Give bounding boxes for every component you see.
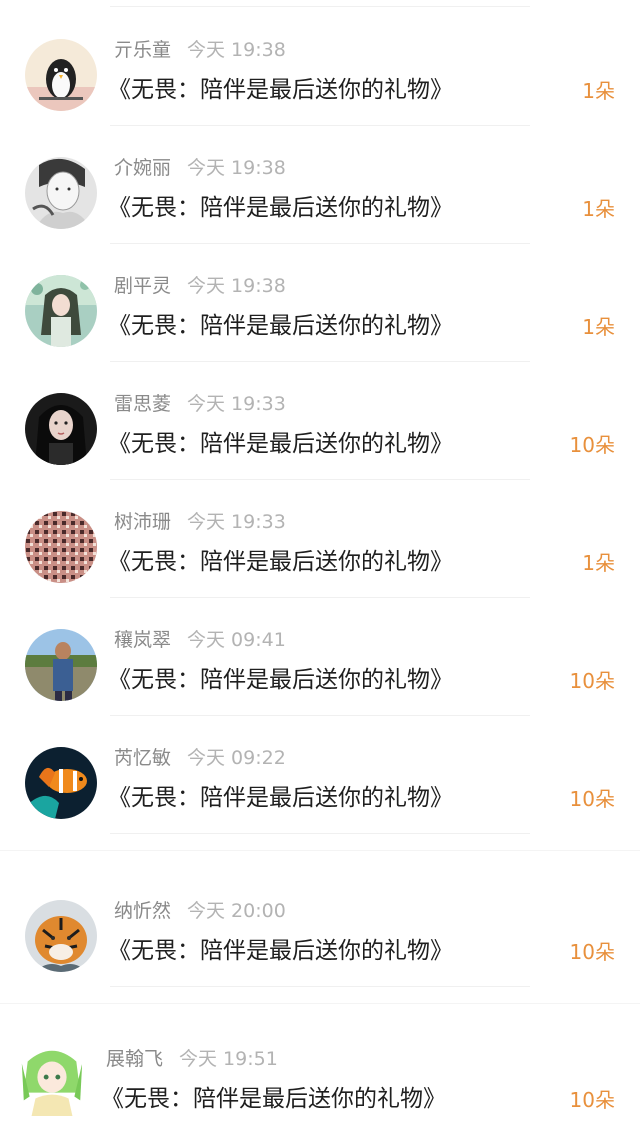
timestamp: 今天 19:33: [187, 511, 286, 533]
gift-record-row[interactable]: 亓乐童 今天 19:38 《无畏：陪伴是最后送你的礼物》 1朵: [0, 8, 640, 126]
anime-girl-avatar[interactable]: [16, 1044, 82, 1118]
sender-name[interactable]: 剧平灵: [114, 275, 171, 297]
timestamp: 今天 20:00: [187, 900, 286, 922]
sender-name[interactable]: 纳忻然: [114, 900, 171, 922]
gift-record-row[interactable]: 雷思菱 今天 19:33 《无畏：陪伴是最后送你的礼物》 10朵: [0, 362, 640, 480]
meta-line: 纳忻然 今天 20:00: [114, 896, 286, 926]
sender-name[interactable]: 雷思菱: [114, 393, 171, 415]
sender-name[interactable]: 穰岚翠: [114, 629, 171, 651]
row-divider: [110, 986, 530, 987]
timestamp: 今天 19:38: [187, 39, 286, 61]
meta-line: 介婉丽 今天 19:38: [114, 153, 286, 183]
gift-record-row[interactable]: 展翰飞 今天 19:51 《无畏：陪伴是最后送你的礼物》 10朵: [0, 1022, 640, 1140]
flower-count: 10朵: [569, 787, 615, 811]
girl-green-avatar[interactable]: [25, 275, 97, 347]
gift-record-row[interactable]: 穰岚翠 今天 09:41 《无畏：陪伴是最后送你的礼物》 10朵: [0, 598, 640, 716]
gift-title[interactable]: 《无畏：陪伴是最后送你的礼物》: [108, 73, 453, 107]
timestamp: 今天 19:38: [187, 275, 286, 297]
meta-line: 展翰飞 今天 19:51: [106, 1044, 278, 1074]
gift-title[interactable]: 《无畏：陪伴是最后送你的礼物》: [101, 1082, 446, 1116]
timestamp: 今天 09:41: [187, 629, 286, 651]
meta-line: 穰岚翠 今天 09:41: [114, 625, 286, 655]
gift-title[interactable]: 《无畏：陪伴是最后送你的礼物》: [108, 663, 453, 697]
sender-name[interactable]: 介婉丽: [114, 157, 171, 179]
section-divider: [0, 1003, 640, 1004]
flower-count: 1朵: [582, 197, 615, 221]
man-outdoor-avatar[interactable]: [25, 629, 97, 701]
flower-count: 10朵: [569, 669, 615, 693]
meta-line: 雷思菱 今天 19:33: [114, 389, 286, 419]
gift-title[interactable]: 《无畏：陪伴是最后送你的礼物》: [108, 934, 453, 968]
gift-record-row[interactable]: 介婉丽 今天 19:38 《无畏：陪伴是最后送你的礼物》 1朵: [0, 126, 640, 244]
timestamp: 今天 19:38: [187, 157, 286, 179]
penguin-avatar[interactable]: [25, 39, 97, 111]
flower-count: 10朵: [569, 1088, 615, 1112]
meta-line: 芮忆敏 今天 09:22: [114, 743, 286, 773]
gift-record-row[interactable]: 剧平灵 今天 19:38 《无畏：陪伴是最后送你的礼物》 1朵: [0, 244, 640, 362]
timestamp: 今天 09:22: [187, 747, 286, 769]
flower-count: 10朵: [569, 433, 615, 457]
flower-count: 1朵: [582, 79, 615, 103]
sender-name[interactable]: 芮忆敏: [114, 747, 171, 769]
gift-record-row[interactable]: 芮忆敏 今天 09:22 《无畏：陪伴是最后送你的礼物》 10朵: [0, 716, 640, 834]
tiger-avatar[interactable]: [25, 900, 97, 972]
gift-record-row[interactable]: 纳忻然 今天 20:00 《无畏：陪伴是最后送你的礼物》 10朵: [0, 869, 640, 987]
sender-name[interactable]: 展翰飞: [106, 1048, 163, 1070]
meta-line: 亓乐童 今天 19:38: [114, 35, 286, 65]
flower-count: 10朵: [569, 940, 615, 964]
row-divider: [110, 833, 530, 834]
gift-record-row[interactable]: 树沛珊 今天 19:33 《无畏：陪伴是最后送你的礼物》 1朵: [0, 480, 640, 598]
meta-line: 剧平灵 今天 19:38: [114, 271, 286, 301]
gift-title[interactable]: 《无畏：陪伴是最后送你的礼物》: [108, 781, 453, 815]
gift-title[interactable]: 《无畏：陪伴是最后送你的礼物》: [108, 427, 453, 461]
pattern-avatar[interactable]: [25, 511, 97, 583]
gift-title[interactable]: 《无畏：陪伴是最后送你的礼物》: [108, 191, 453, 225]
sender-name[interactable]: 亓乐童: [114, 39, 171, 61]
gift-title[interactable]: 《无畏：陪伴是最后送你的礼物》: [108, 545, 453, 579]
clownfish-avatar[interactable]: [25, 747, 97, 819]
sender-name[interactable]: 树沛珊: [114, 511, 171, 533]
girl-dark-avatar[interactable]: [25, 393, 97, 465]
flower-count: 1朵: [582, 315, 615, 339]
gift-title[interactable]: 《无畏：陪伴是最后送你的礼物》: [108, 309, 453, 343]
boy-sketch-avatar[interactable]: [25, 157, 97, 229]
section-divider: [0, 850, 640, 851]
top-divider: [110, 6, 530, 7]
flower-count: 1朵: [582, 551, 615, 575]
timestamp: 今天 19:33: [187, 393, 286, 415]
meta-line: 树沛珊 今天 19:33: [114, 507, 286, 537]
timestamp: 今天 19:51: [179, 1048, 278, 1070]
